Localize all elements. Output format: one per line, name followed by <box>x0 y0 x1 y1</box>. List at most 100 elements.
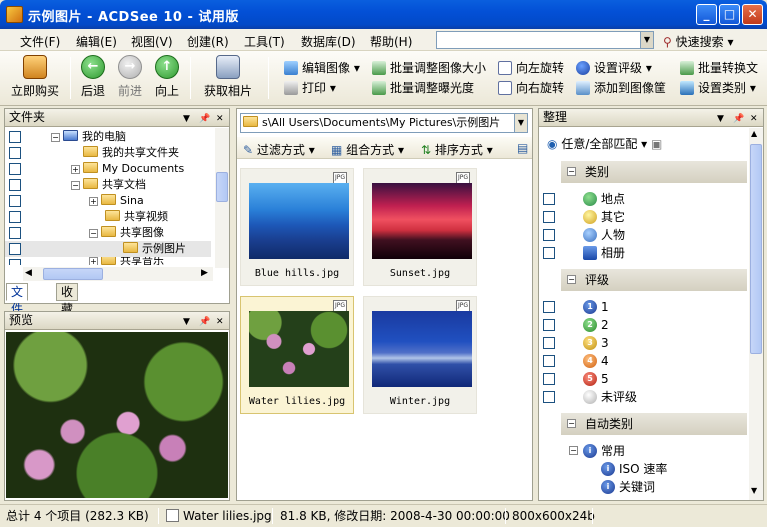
tree-item-my-computer[interactable]: − 我的电脑 <box>5 129 211 145</box>
tree-item-my-documents[interactable]: + My Documents <box>5 161 211 177</box>
category-other[interactable]: 其它 <box>539 209 745 225</box>
tree-checkbox[interactable] <box>9 243 21 255</box>
menu-file[interactable]: 文件(F) <box>20 33 60 50</box>
menu-help[interactable]: 帮助(H) <box>370 33 412 50</box>
pane-menu-icon[interactable]: ▼ <box>717 111 724 128</box>
rating-checkbox[interactable] <box>543 355 555 367</box>
tree-item-shared-video[interactable]: 共享视频 <box>5 209 211 225</box>
scroll-thumb[interactable] <box>750 144 762 354</box>
collapse-icon[interactable]: − <box>567 275 576 284</box>
thumbnail-sunset[interactable]: JPG Sunset.jpg <box>363 168 477 286</box>
expand-icon[interactable]: + <box>71 165 80 174</box>
match-mode-button[interactable]: ◉ 任意/全部匹配 ▾ ▣ <box>547 135 662 152</box>
auto-iso[interactable]: i ISO 速率 <box>539 461 745 477</box>
section-auto-categories[interactable]: − 自动类别 <box>561 413 747 435</box>
close-button[interactable]: ✕ <box>742 4 763 25</box>
folder-horizontal-scrollbar[interactable]: ◀ ▶ <box>23 267 213 281</box>
quick-search-dropdown-icon[interactable]: ▼ <box>640 31 654 49</box>
auto-common[interactable]: − i 常用 <box>539 443 745 459</box>
batch-convert-button[interactable]: 批量转换文 <box>680 60 758 76</box>
batch-exposure-button[interactable]: 批量调整曝光度 <box>372 80 474 96</box>
path-dropdown-icon[interactable]: ▼ <box>514 113 528 133</box>
rating-5[interactable]: 55 <box>539 371 745 387</box>
expand-icon[interactable]: + <box>89 197 98 206</box>
tree-checkbox[interactable] <box>9 227 21 239</box>
menu-edit[interactable]: 编辑(E) <box>76 33 117 50</box>
thumbnail-water-lilies[interactable]: JPG Water lilies.jpg <box>240 296 354 414</box>
tab-favorites[interactable]: 收藏夹 <box>56 283 79 333</box>
add-to-basket-button[interactable]: 添加到图像筐 <box>576 80 666 96</box>
rating-checkbox[interactable] <box>543 373 555 385</box>
rating-checkbox[interactable] <box>543 337 555 349</box>
scroll-up-icon[interactable]: ▲ <box>751 129 757 138</box>
tree-checkbox[interactable] <box>9 147 21 159</box>
tree-checkbox[interactable] <box>9 259 21 265</box>
rating-checkbox[interactable] <box>543 301 555 313</box>
tree-item-sample-pictures[interactable]: 示例图片 <box>5 241 211 257</box>
maximize-button[interactable]: □ <box>719 4 740 25</box>
batch-resize-button[interactable]: 批量调整图像大小 <box>372 60 486 76</box>
close-icon[interactable]: ✕ <box>216 111 224 128</box>
menu-database[interactable]: 数据库(D) <box>301 33 356 50</box>
tree-checkbox[interactable] <box>9 163 21 175</box>
scroll-down-icon[interactable]: ▼ <box>751 486 757 495</box>
menu-create[interactable]: 创建(R) <box>187 33 229 50</box>
pin-icon[interactable]: 📌 <box>199 314 210 331</box>
folder-vertical-scrollbar[interactable] <box>215 128 229 268</box>
pane-menu-icon[interactable]: ▼ <box>183 111 190 128</box>
filter-button[interactable]: ✎ 过滤方式 ▾ <box>243 141 315 158</box>
up-button[interactable]: ↑ 向上 <box>152 55 182 99</box>
tree-item-shared-docs[interactable]: − 共享文档 <box>5 177 211 193</box>
menu-tools[interactable]: 工具(T) <box>244 33 285 50</box>
close-icon[interactable]: ✕ <box>750 111 758 128</box>
tree-item-shared-folder[interactable]: 我的共享文件夹 <box>5 145 211 161</box>
category-place[interactable]: 地点 <box>539 191 745 207</box>
rating-4[interactable]: 44 <box>539 353 745 369</box>
category-checkbox[interactable] <box>543 229 555 241</box>
print-button[interactable]: 打印 ▾ <box>284 80 336 96</box>
quick-search-button[interactable]: ⚲ 快速搜索 ▾ <box>663 33 733 50</box>
view-mode-button[interactable]: ▤ <box>517 141 528 155</box>
category-checkbox[interactable] <box>543 247 555 259</box>
collapse-icon[interactable]: − <box>567 167 576 176</box>
collapse-icon[interactable]: − <box>567 419 576 428</box>
rating-checkbox[interactable] <box>543 391 555 403</box>
set-rating-button[interactable]: 设置评级 ▾ <box>576 60 652 76</box>
expand-icon[interactable]: + <box>89 257 98 265</box>
rating-unrated[interactable]: 未评级 <box>539 389 745 405</box>
tree-checkbox[interactable] <box>9 131 21 143</box>
auto-keywords[interactable]: i 关键词 <box>539 479 745 495</box>
quick-search-input[interactable] <box>436 31 641 49</box>
scroll-right-icon[interactable]: ▶ <box>201 268 208 278</box>
tree-item-shared-images[interactable]: − 共享图像 <box>5 225 211 241</box>
scroll-thumb[interactable] <box>216 172 228 202</box>
rating-2[interactable]: 22 <box>539 317 745 333</box>
rotate-left-button[interactable]: 向左旋转 <box>498 60 564 76</box>
organize-vertical-scrollbar[interactable]: ▲ ▼ <box>749 128 763 500</box>
thumbnail-blue-hills[interactable]: JPG Blue hills.jpg <box>240 168 354 286</box>
rating-1[interactable]: 11 <box>539 299 745 315</box>
pane-menu-icon[interactable]: ▼ <box>183 314 190 331</box>
pin-icon[interactable]: 📌 <box>733 111 744 128</box>
tree-item-sina[interactable]: + Sina <box>5 193 211 209</box>
forward-button[interactable]: → 前进 <box>115 55 145 99</box>
tree-checkbox[interactable] <box>9 179 21 191</box>
section-ratings[interactable]: − 评级 <box>561 269 747 291</box>
collapse-icon[interactable]: − <box>71 181 80 190</box>
pin-icon[interactable]: 📌 <box>199 111 210 128</box>
tree-item-shared-music[interactable]: + 共享音乐 <box>5 257 211 265</box>
group-button[interactable]: ▦ 组合方式 ▾ <box>331 141 404 158</box>
scroll-thumb[interactable] <box>43 268 103 280</box>
edit-image-button[interactable]: 编辑图像 ▾ <box>284 60 360 76</box>
collapse-icon[interactable]: − <box>51 133 60 142</box>
back-button[interactable]: ← 后退 <box>78 55 108 99</box>
collapse-icon[interactable]: − <box>89 229 98 238</box>
tree-checkbox[interactable] <box>9 211 21 223</box>
category-people[interactable]: 人物 <box>539 227 745 243</box>
close-icon[interactable]: ✕ <box>216 314 224 331</box>
buy-now-button[interactable]: 立即购买 <box>6 55 64 99</box>
rating-checkbox[interactable] <box>543 319 555 331</box>
menu-view[interactable]: 视图(V) <box>131 33 173 50</box>
sort-button[interactable]: ⇅ 排序方式 ▾ <box>421 141 493 158</box>
acdsee-app-icon[interactable] <box>6 6 23 23</box>
